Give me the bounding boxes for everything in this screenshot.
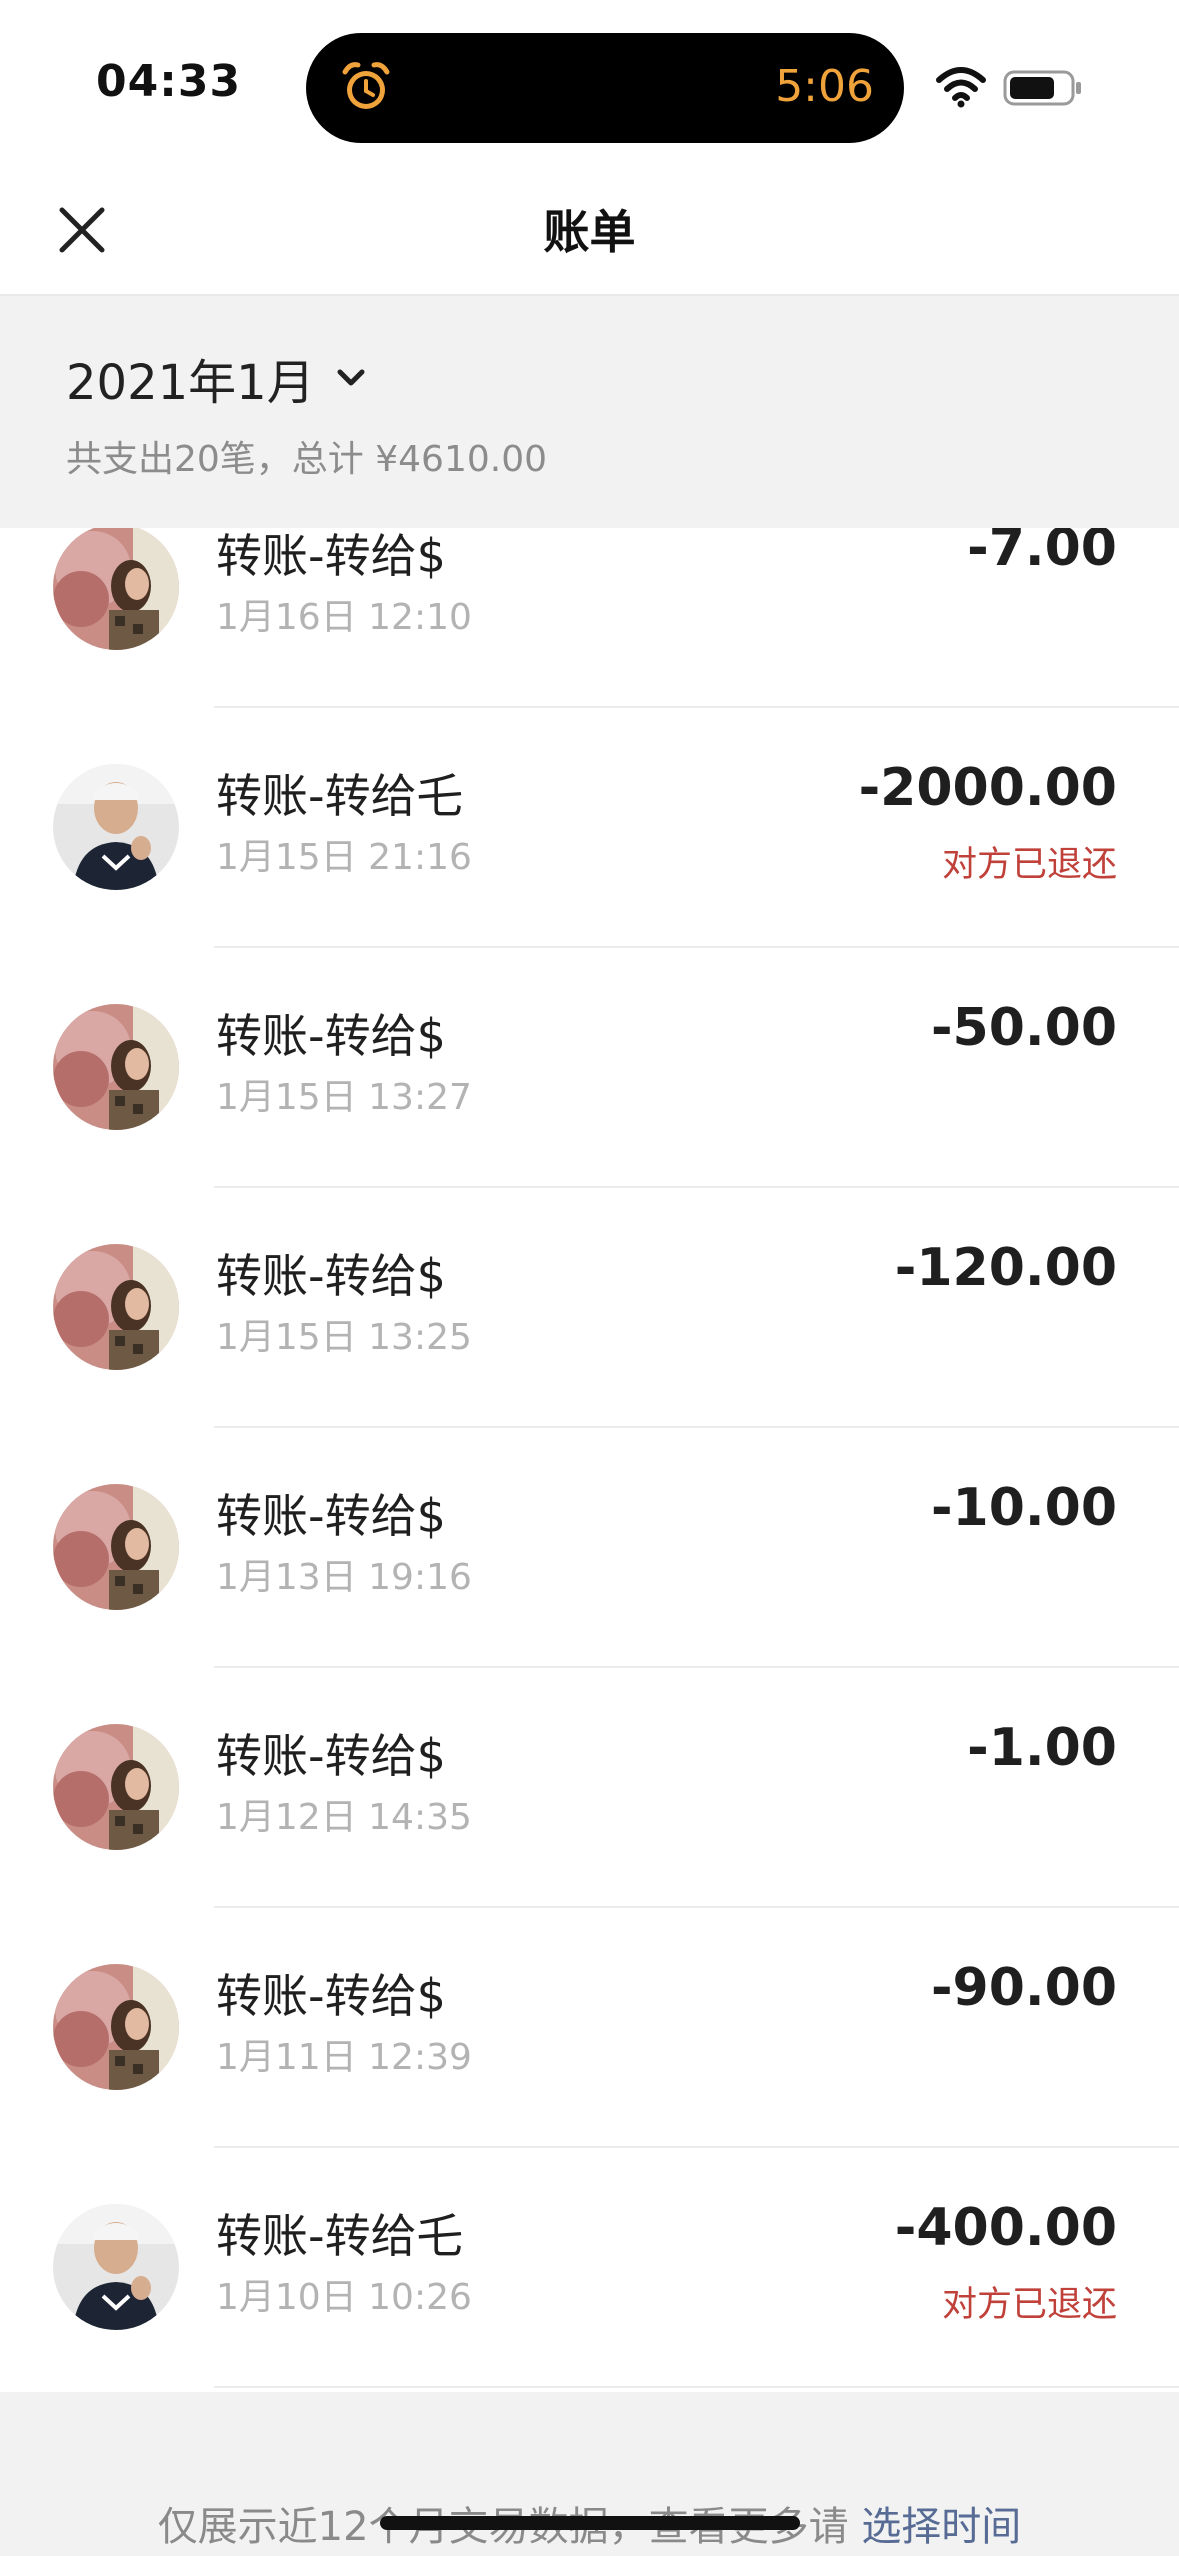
transaction-row[interactable]: 转账-转给$ 1月15日 13:27 -50.00 (0, 948, 1179, 1188)
footer: 仅展示近12个月交易数据，查看更多请 选择时间 (0, 2392, 1179, 2556)
transaction-amount: -50.00 (930, 998, 1117, 1058)
transaction-amount: -120.00 (894, 1238, 1117, 1298)
transaction-amount: -10.00 (930, 1478, 1117, 1538)
transaction-status: 对方已退还 (941, 845, 1117, 885)
month-summary: 2021年1月 共支出20笔，总计 ¥4610.00 (0, 296, 1179, 528)
status-bar: 04:33 5:06 (0, 0, 1179, 170)
transaction-amount: -7.00 (967, 528, 1117, 578)
avatar (53, 1484, 179, 1610)
transaction-title: 转账-转给$ (216, 529, 446, 583)
status-time: 04:33 (96, 56, 242, 107)
transaction-title: 转账-转给$ (216, 1009, 446, 1063)
summary-stats: 共支出20笔，总计 ¥4610.00 (66, 439, 548, 480)
transaction-status: 对方已退还 (941, 2285, 1117, 2325)
transaction-title: 转账-转给$ (216, 1249, 446, 1303)
transaction-time: 1月13日 19:16 (216, 1557, 472, 1598)
transaction-title: 转账-转给乇 (216, 2209, 463, 2263)
month-label: 2021年1月 (66, 355, 315, 411)
avatar (53, 1244, 179, 1370)
home-indicator[interactable] (380, 2516, 800, 2530)
transaction-time: 1月15日 13:25 (216, 1317, 472, 1358)
transaction-time: 1月11日 12:39 (216, 2037, 472, 2078)
avatar (53, 1964, 179, 2090)
transaction-time: 1月15日 13:27 (216, 1077, 472, 1118)
wifi-icon (936, 67, 986, 108)
island-timer: 5:06 (775, 61, 874, 112)
transaction-row[interactable]: 转账-转给$ 1月16日 12:10 -7.00 (0, 528, 1179, 708)
alarm-clock-icon (342, 62, 390, 109)
page-title: 账单 (543, 205, 636, 259)
divider (214, 2386, 1179, 2388)
avatar (53, 1724, 179, 1850)
transaction-time: 1月15日 21:16 (216, 837, 472, 878)
transaction-row[interactable]: 转账-转给$ 1月13日 19:16 -10.00 (0, 1428, 1179, 1668)
chevron-down-icon (337, 369, 365, 386)
transaction-time: 1月12日 14:35 (216, 1797, 472, 1838)
transaction-amount: -90.00 (930, 1958, 1117, 2018)
transaction-row[interactable]: 转账-转给$ 1月12日 14:35 -1.00 (0, 1668, 1179, 1908)
transaction-row[interactable]: 转账-转给$ 1月11日 12:39 -90.00 (0, 1908, 1179, 2148)
month-selector[interactable]: 2021年1月 (66, 348, 369, 411)
transaction-row[interactable]: 转账-转给乇 1月10日 10:26 -400.00 对方已退还 (0, 2148, 1179, 2388)
avatar (53, 528, 179, 650)
battery-icon (1003, 70, 1081, 106)
transaction-amount: -2000.00 (858, 758, 1117, 818)
avatar (53, 1004, 179, 1130)
transaction-row[interactable]: 转账-转给$ 1月15日 13:25 -120.00 (0, 1188, 1179, 1428)
select-time-link[interactable]: 选择时间 (861, 2504, 1021, 2550)
transaction-list: 转账-转给$ 1月16日 12:10 -7.00 转账-转给乇 1月15日 21… (0, 528, 1179, 2390)
transaction-row[interactable]: 转账-转给乇 1月15日 21:16 -2000.00 对方已退还 (0, 708, 1179, 948)
dynamic-island[interactable]: 5:06 (306, 33, 904, 143)
transaction-amount: -400.00 (894, 2198, 1117, 2258)
transaction-title: 转账-转给$ (216, 1729, 446, 1783)
transaction-title: 转账-转给乇 (216, 769, 463, 823)
transaction-title: 转账-转给$ (216, 1489, 446, 1543)
nav-bar: 账单 (0, 170, 1179, 296)
avatar (53, 764, 179, 890)
transaction-title: 转账-转给$ (216, 1969, 446, 2023)
avatar (53, 2204, 179, 2330)
transaction-amount: -1.00 (967, 1718, 1117, 1778)
transaction-time: 1月16日 12:10 (216, 597, 472, 638)
transaction-time: 1月10日 10:26 (216, 2277, 472, 2318)
